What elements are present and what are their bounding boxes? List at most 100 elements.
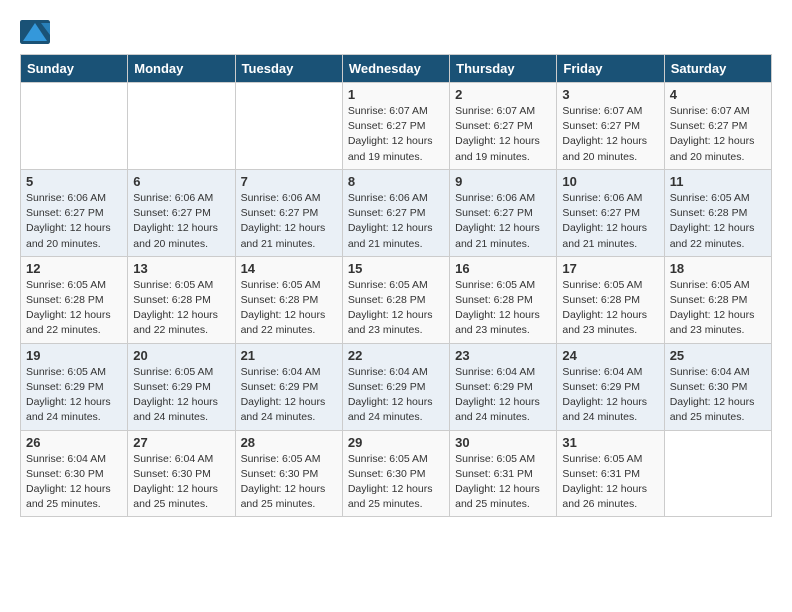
day-number: 22	[348, 348, 444, 363]
day-info: Sunrise: 6:05 AMSunset: 6:28 PMDaylight:…	[133, 278, 229, 339]
calendar-cell: 8 Sunrise: 6:06 AMSunset: 6:27 PMDayligh…	[342, 169, 449, 256]
day-info: Sunrise: 6:06 AMSunset: 6:27 PMDaylight:…	[241, 191, 337, 252]
day-number: 20	[133, 348, 229, 363]
day-info: Sunrise: 6:05 AMSunset: 6:28 PMDaylight:…	[670, 278, 766, 339]
calendar-week-row: 5 Sunrise: 6:06 AMSunset: 6:27 PMDayligh…	[21, 169, 772, 256]
day-number: 17	[562, 261, 658, 276]
day-info: Sunrise: 6:05 AMSunset: 6:28 PMDaylight:…	[455, 278, 551, 339]
day-info: Sunrise: 6:05 AMSunset: 6:28 PMDaylight:…	[670, 191, 766, 252]
day-number: 9	[455, 174, 551, 189]
day-info: Sunrise: 6:04 AMSunset: 6:29 PMDaylight:…	[348, 365, 444, 426]
day-info: Sunrise: 6:05 AMSunset: 6:30 PMDaylight:…	[241, 452, 337, 513]
calendar-day-header: Saturday	[664, 55, 771, 83]
day-info: Sunrise: 6:07 AMSunset: 6:27 PMDaylight:…	[455, 104, 551, 165]
calendar-cell: 19 Sunrise: 6:05 AMSunset: 6:29 PMDaylig…	[21, 343, 128, 430]
day-info: Sunrise: 6:07 AMSunset: 6:27 PMDaylight:…	[670, 104, 766, 165]
calendar-cell: 17 Sunrise: 6:05 AMSunset: 6:28 PMDaylig…	[557, 256, 664, 343]
calendar-cell	[21, 83, 128, 170]
logo	[20, 20, 54, 44]
calendar-cell	[664, 430, 771, 517]
calendar-cell: 2 Sunrise: 6:07 AMSunset: 6:27 PMDayligh…	[450, 83, 557, 170]
day-number: 28	[241, 435, 337, 450]
day-number: 3	[562, 87, 658, 102]
day-info: Sunrise: 6:05 AMSunset: 6:28 PMDaylight:…	[562, 278, 658, 339]
calendar-cell: 12 Sunrise: 6:05 AMSunset: 6:28 PMDaylig…	[21, 256, 128, 343]
calendar-week-row: 12 Sunrise: 6:05 AMSunset: 6:28 PMDaylig…	[21, 256, 772, 343]
day-number: 19	[26, 348, 122, 363]
day-number: 29	[348, 435, 444, 450]
day-info: Sunrise: 6:06 AMSunset: 6:27 PMDaylight:…	[348, 191, 444, 252]
day-number: 5	[26, 174, 122, 189]
day-info: Sunrise: 6:05 AMSunset: 6:28 PMDaylight:…	[26, 278, 122, 339]
calendar-cell: 23 Sunrise: 6:04 AMSunset: 6:29 PMDaylig…	[450, 343, 557, 430]
day-number: 2	[455, 87, 551, 102]
calendar-cell: 5 Sunrise: 6:06 AMSunset: 6:27 PMDayligh…	[21, 169, 128, 256]
day-info: Sunrise: 6:05 AMSunset: 6:28 PMDaylight:…	[348, 278, 444, 339]
calendar-cell: 16 Sunrise: 6:05 AMSunset: 6:28 PMDaylig…	[450, 256, 557, 343]
day-info: Sunrise: 6:05 AMSunset: 6:31 PMDaylight:…	[455, 452, 551, 513]
calendar-cell: 22 Sunrise: 6:04 AMSunset: 6:29 PMDaylig…	[342, 343, 449, 430]
logo-icon	[20, 20, 50, 44]
day-info: Sunrise: 6:05 AMSunset: 6:30 PMDaylight:…	[348, 452, 444, 513]
day-info: Sunrise: 6:05 AMSunset: 6:29 PMDaylight:…	[133, 365, 229, 426]
day-number: 26	[26, 435, 122, 450]
day-info: Sunrise: 6:06 AMSunset: 6:27 PMDaylight:…	[455, 191, 551, 252]
calendar-day-header: Tuesday	[235, 55, 342, 83]
day-number: 10	[562, 174, 658, 189]
day-number: 14	[241, 261, 337, 276]
calendar-cell: 13 Sunrise: 6:05 AMSunset: 6:28 PMDaylig…	[128, 256, 235, 343]
calendar-day-header: Monday	[128, 55, 235, 83]
day-info: Sunrise: 6:06 AMSunset: 6:27 PMDaylight:…	[562, 191, 658, 252]
page-header	[20, 20, 772, 44]
day-info: Sunrise: 6:04 AMSunset: 6:30 PMDaylight:…	[133, 452, 229, 513]
calendar-cell: 14 Sunrise: 6:05 AMSunset: 6:28 PMDaylig…	[235, 256, 342, 343]
day-info: Sunrise: 6:04 AMSunset: 6:30 PMDaylight:…	[26, 452, 122, 513]
day-number: 23	[455, 348, 551, 363]
day-info: Sunrise: 6:07 AMSunset: 6:27 PMDaylight:…	[348, 104, 444, 165]
day-number: 27	[133, 435, 229, 450]
day-number: 16	[455, 261, 551, 276]
calendar-cell: 24 Sunrise: 6:04 AMSunset: 6:29 PMDaylig…	[557, 343, 664, 430]
calendar-table: SundayMondayTuesdayWednesdayThursdayFrid…	[20, 54, 772, 517]
calendar-cell: 28 Sunrise: 6:05 AMSunset: 6:30 PMDaylig…	[235, 430, 342, 517]
calendar-cell: 6 Sunrise: 6:06 AMSunset: 6:27 PMDayligh…	[128, 169, 235, 256]
day-number: 31	[562, 435, 658, 450]
day-number: 15	[348, 261, 444, 276]
day-number: 11	[670, 174, 766, 189]
day-number: 25	[670, 348, 766, 363]
calendar-cell: 4 Sunrise: 6:07 AMSunset: 6:27 PMDayligh…	[664, 83, 771, 170]
day-number: 6	[133, 174, 229, 189]
calendar-cell: 1 Sunrise: 6:07 AMSunset: 6:27 PMDayligh…	[342, 83, 449, 170]
calendar-day-header: Thursday	[450, 55, 557, 83]
day-info: Sunrise: 6:06 AMSunset: 6:27 PMDaylight:…	[26, 191, 122, 252]
day-number: 8	[348, 174, 444, 189]
calendar-cell	[128, 83, 235, 170]
day-info: Sunrise: 6:07 AMSunset: 6:27 PMDaylight:…	[562, 104, 658, 165]
calendar-cell: 21 Sunrise: 6:04 AMSunset: 6:29 PMDaylig…	[235, 343, 342, 430]
calendar-week-row: 26 Sunrise: 6:04 AMSunset: 6:30 PMDaylig…	[21, 430, 772, 517]
calendar-cell: 27 Sunrise: 6:04 AMSunset: 6:30 PMDaylig…	[128, 430, 235, 517]
calendar-cell: 11 Sunrise: 6:05 AMSunset: 6:28 PMDaylig…	[664, 169, 771, 256]
calendar-header-row: SundayMondayTuesdayWednesdayThursdayFrid…	[21, 55, 772, 83]
day-info: Sunrise: 6:04 AMSunset: 6:29 PMDaylight:…	[562, 365, 658, 426]
day-info: Sunrise: 6:06 AMSunset: 6:27 PMDaylight:…	[133, 191, 229, 252]
calendar-cell: 29 Sunrise: 6:05 AMSunset: 6:30 PMDaylig…	[342, 430, 449, 517]
day-info: Sunrise: 6:05 AMSunset: 6:29 PMDaylight:…	[26, 365, 122, 426]
calendar-cell: 20 Sunrise: 6:05 AMSunset: 6:29 PMDaylig…	[128, 343, 235, 430]
calendar-cell: 9 Sunrise: 6:06 AMSunset: 6:27 PMDayligh…	[450, 169, 557, 256]
calendar-cell	[235, 83, 342, 170]
calendar-cell: 26 Sunrise: 6:04 AMSunset: 6:30 PMDaylig…	[21, 430, 128, 517]
day-number: 7	[241, 174, 337, 189]
day-number: 13	[133, 261, 229, 276]
day-number: 4	[670, 87, 766, 102]
day-number: 18	[670, 261, 766, 276]
day-number: 12	[26, 261, 122, 276]
calendar-day-header: Friday	[557, 55, 664, 83]
day-number: 1	[348, 87, 444, 102]
calendar-cell: 15 Sunrise: 6:05 AMSunset: 6:28 PMDaylig…	[342, 256, 449, 343]
calendar-cell: 10 Sunrise: 6:06 AMSunset: 6:27 PMDaylig…	[557, 169, 664, 256]
day-number: 21	[241, 348, 337, 363]
day-number: 24	[562, 348, 658, 363]
calendar-cell: 30 Sunrise: 6:05 AMSunset: 6:31 PMDaylig…	[450, 430, 557, 517]
calendar-day-header: Wednesday	[342, 55, 449, 83]
